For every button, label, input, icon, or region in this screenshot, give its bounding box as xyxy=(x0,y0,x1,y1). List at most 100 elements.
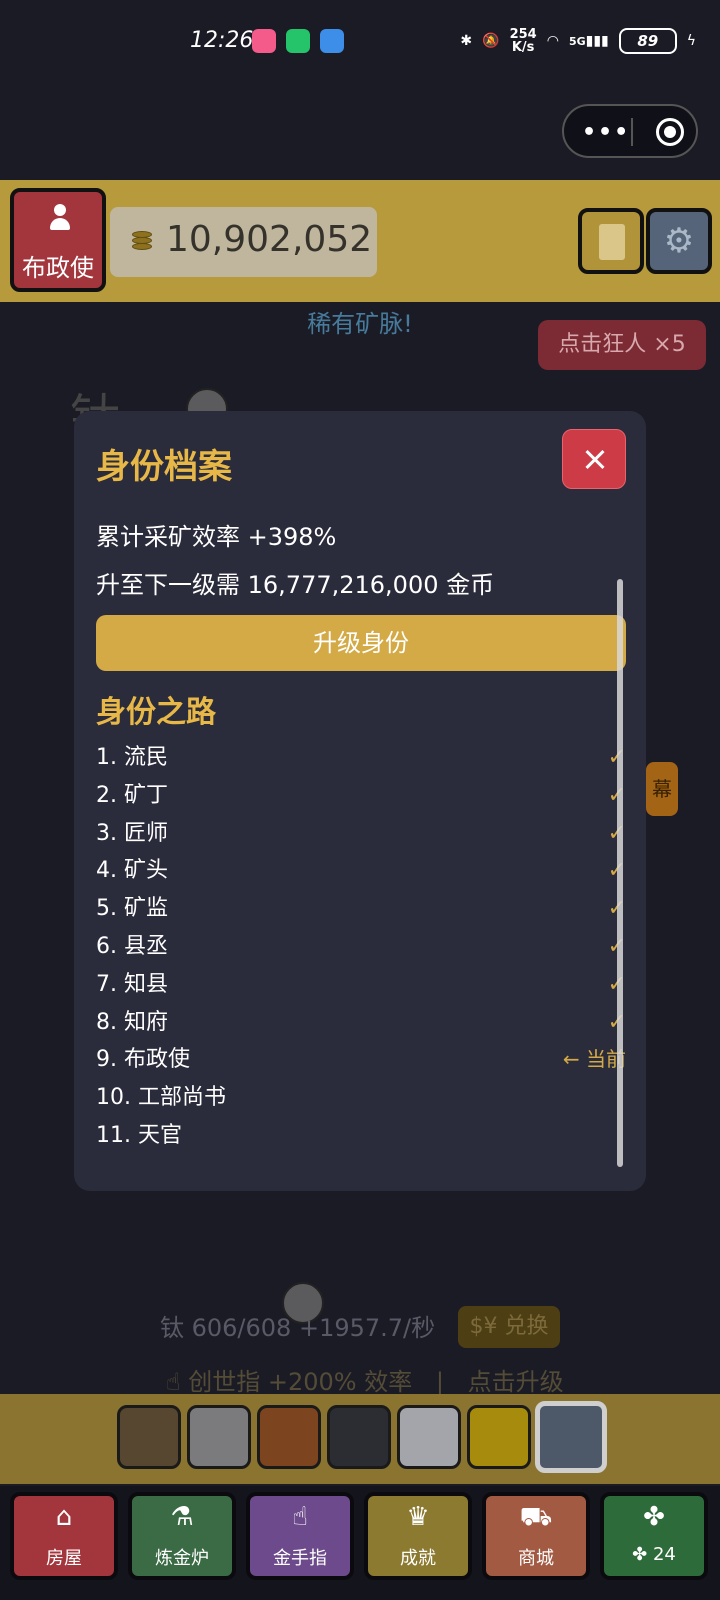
rank-label: 4. 矿头 xyxy=(96,858,168,884)
ore-stat: 钛 606/608 +1957.7/秒 xyxy=(160,1314,436,1342)
identity-modal: 身份档案 累计采矿效率 +398% 升至下一级需 16,777,216,000 … xyxy=(74,411,646,1191)
money-icon: $¥ xyxy=(469,1314,505,1339)
charging-icon: ϟ xyxy=(686,33,696,49)
rank-label: 5. 矿监 xyxy=(96,896,168,922)
bilibili-icon xyxy=(252,29,276,53)
home-icon: ⌂ xyxy=(55,1502,73,1532)
mute-icon: 🔕 xyxy=(482,33,500,49)
rank-label: 1. 流民 xyxy=(96,745,168,770)
close-button[interactable] xyxy=(562,429,626,489)
nav-label: 炼金炉 xyxy=(155,1548,209,1569)
nav-label: 金手指 xyxy=(273,1548,327,1569)
app-notification-icon xyxy=(286,29,310,53)
status-icons: ✱ 🔕 254 K/s ◠ 5G▮▮▮ 89 ϟ xyxy=(460,24,696,58)
rank-label: 2. 矿丁 xyxy=(96,782,168,808)
capsule-divider xyxy=(631,118,633,146)
settings-button[interactable]: ⚙ xyxy=(646,208,712,274)
top-bar: 布政使 10,902,052 ⚙ xyxy=(0,180,720,302)
rank-row: 5. 矿监✓ xyxy=(96,890,626,928)
coin-icon xyxy=(132,231,152,251)
network-type: 5G xyxy=(568,35,586,48)
next-level-cost: 升至下一级需 16,777,216,000 金币 xyxy=(96,571,495,599)
nav-shop[interactable]: ⛟ 商城 xyxy=(482,1492,590,1580)
clock: 12:26 xyxy=(190,28,254,53)
rank-row: 6. 县丞✓ xyxy=(96,928,626,966)
bottom-nav: ⌂ 房屋 ⚗ 炼金炉 ☝ 金手指 ♛ 成就 ⛟ 商城 ✤ ✤ 24 xyxy=(0,1486,720,1600)
clover-icon: ✤ xyxy=(643,1502,665,1532)
rank-label: 3. 匠师 xyxy=(96,820,168,846)
rank-label: 7. 知县 xyxy=(96,971,168,997)
nav-label: 成就 xyxy=(400,1548,436,1569)
gold-counter: 10,902,052 xyxy=(110,207,377,277)
nav-golden-finger[interactable]: ☝ 金手指 xyxy=(246,1492,354,1580)
finger-text: 创世指 +200% 效率 xyxy=(188,1368,413,1396)
rank-label: 6. 县丞 xyxy=(96,933,168,959)
ore-slot[interactable] xyxy=(467,1405,531,1469)
nav-achievements[interactable]: ♛ 成就 xyxy=(364,1492,472,1580)
rank-row: 2. 矿丁✓ xyxy=(96,777,626,815)
signal-icon: 5G▮▮▮ xyxy=(568,33,609,49)
nav-house[interactable]: ⌂ 房屋 xyxy=(10,1492,118,1580)
clover-count: 24 xyxy=(652,1544,676,1565)
wifi-icon: ◠ xyxy=(546,33,559,49)
rank-label: 布政使 xyxy=(22,254,94,282)
divider: | xyxy=(435,1368,444,1396)
rank-row: 7. 知县✓ xyxy=(96,966,626,1004)
modal-title: 身份档案 xyxy=(96,447,232,487)
close-miniprogram-icon[interactable] xyxy=(656,118,684,146)
ore-slot[interactable] xyxy=(257,1405,321,1469)
ore-slot[interactable] xyxy=(187,1405,251,1469)
rank-button[interactable]: 布政使 xyxy=(10,188,106,292)
net-speed: 254 K/s xyxy=(510,28,537,54)
ore-slot-selected[interactable] xyxy=(535,1401,607,1473)
exchange-label: 兑换 xyxy=(504,1314,549,1339)
trophy-icon: ♛ xyxy=(406,1502,430,1532)
weather-icon xyxy=(320,29,344,53)
rank-label: 8. 知府 xyxy=(96,1009,168,1035)
scroll-icon xyxy=(599,224,625,260)
nav-label: 房屋 xyxy=(46,1548,82,1569)
gear-icon: ⚙ xyxy=(663,221,695,261)
battery-icon: 89 xyxy=(618,28,677,54)
status-bar: 12:26 ✱ 🔕 254 K/s ◠ 5G▮▮▮ 89 ϟ xyxy=(0,0,720,84)
mining-efficiency: 累计采矿效率 +398% xyxy=(96,523,337,551)
gold-value: 10,902,052 xyxy=(166,219,373,260)
more-icon[interactable]: ••• xyxy=(582,120,630,145)
finger-upgrade-link[interactable]: 点击升级 xyxy=(468,1368,564,1396)
combo-badge: 点击狂人 ×5 xyxy=(538,320,706,370)
scroll-button[interactable] xyxy=(578,208,644,274)
nav-alchemy[interactable]: ⚗ 炼金炉 xyxy=(128,1492,236,1580)
ore-slot[interactable] xyxy=(327,1405,391,1469)
rank-label: 11. 天官 xyxy=(96,1122,182,1148)
ore-selector xyxy=(0,1394,720,1484)
rank-row: 8. 知府✓ xyxy=(96,1004,626,1042)
rank-row: 1. 流民✓ xyxy=(96,739,626,777)
rank-label: 9. 布政使 xyxy=(96,1047,190,1073)
cart-icon: ⛟ xyxy=(519,1502,553,1532)
scrollbar[interactable] xyxy=(617,579,623,1167)
side-tab[interactable]: 幕 xyxy=(646,762,678,816)
clover-mini-icon: ✤ xyxy=(632,1544,653,1565)
golden-finger-info: ☝ 创世指 +200% 效率 | 点击升级 xyxy=(166,1362,564,1397)
bluetooth-icon: ✱ xyxy=(460,33,473,49)
ore-slot[interactable] xyxy=(117,1405,181,1469)
net-speed-unit: K/s xyxy=(511,40,535,55)
rank-row: 11. 天官 xyxy=(96,1117,626,1155)
rank-label: 10. 工部尚书 xyxy=(96,1085,226,1111)
flask-icon: ⚗ xyxy=(170,1502,194,1532)
path-title: 身份之路 xyxy=(96,695,216,730)
rank-list: 1. 流民✓2. 矿丁✓3. 匠师✓4. 矿头✓5. 矿监✓6. 县丞✓7. 知… xyxy=(96,739,626,1155)
nav-count: ✤ 24 xyxy=(604,1544,704,1565)
ore-slot[interactable] xyxy=(397,1405,461,1469)
capsule-menu: ••• xyxy=(562,104,698,158)
nav-clover[interactable]: ✤ ✤ 24 xyxy=(600,1492,708,1580)
pointer-icon: ☝ xyxy=(292,1502,308,1532)
nav-label: 商城 xyxy=(518,1548,554,1569)
upgrade-identity-button[interactable]: 升级身份 xyxy=(96,615,626,671)
exchange-button[interactable]: $¥ 兑换 xyxy=(458,1306,560,1348)
rank-row: 4. 矿头✓ xyxy=(96,852,626,890)
person-icon xyxy=(50,204,70,234)
rank-row: 3. 匠师✓ xyxy=(96,815,626,853)
hand-icon: ☝ xyxy=(166,1368,181,1396)
rank-row: 9. 布政使 ← 当前 xyxy=(96,1041,626,1079)
